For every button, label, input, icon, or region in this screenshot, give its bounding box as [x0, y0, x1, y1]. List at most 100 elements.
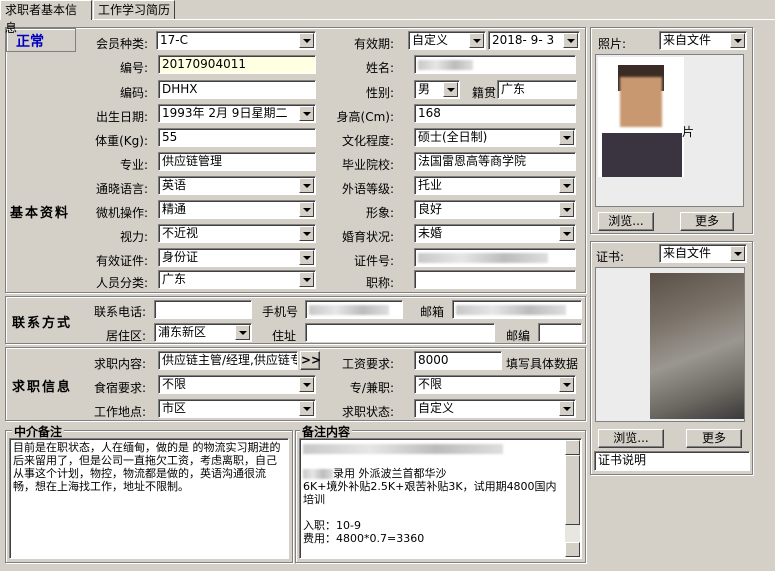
- major-input[interactable]: 供应链管理: [158, 152, 316, 171]
- chevron-down-icon[interactable]: [299, 377, 314, 392]
- code-input[interactable]: DHHX: [158, 80, 316, 99]
- salary-label: 工资要求:: [341, 357, 394, 371]
- email-input[interactable]: [452, 300, 582, 319]
- weight-input[interactable]: 55: [158, 128, 316, 147]
- language-select[interactable]: 英语: [158, 176, 316, 195]
- photo-browse-button[interactable]: 浏览...: [598, 212, 654, 231]
- cert-browse-button[interactable]: 浏览...: [598, 429, 664, 448]
- chevron-down-icon[interactable]: [469, 33, 484, 48]
- tab-basic-info[interactable]: 求职者基本信息: [0, 0, 92, 35]
- chevron-down-icon[interactable]: [559, 226, 574, 241]
- title-input[interactable]: [414, 270, 576, 289]
- photo-frame: 片: [595, 54, 744, 207]
- district-label: 居住区:: [105, 329, 146, 343]
- location-select[interactable]: 市区: [158, 399, 316, 418]
- chevron-down-icon[interactable]: [299, 401, 314, 416]
- location-label: 工作地点:: [93, 405, 146, 419]
- scroll-thumb[interactable]: [565, 455, 580, 525]
- redacted-text: [303, 444, 503, 454]
- computer-label: 微机操作:: [95, 206, 148, 220]
- salary-hint: 填写具体数据: [506, 357, 579, 371]
- photo-image[interactable]: [598, 57, 684, 177]
- salary-input[interactable]: 8000: [414, 351, 502, 370]
- job-content-input[interactable]: 供应链主管/经理,供应链专: [158, 351, 298, 370]
- chevron-down-icon[interactable]: [299, 33, 314, 48]
- chevron-down-icon[interactable]: [559, 202, 574, 217]
- agent-note-textarea[interactable]: 目前是在职状态，人在缅甸，做的是 的物流实习期进的 后来留用了，但是公司一直拖欠…: [9, 438, 289, 559]
- birth-date-picker[interactable]: 1993年 2月 9日星期二: [158, 104, 316, 123]
- photo-source-select[interactable]: 来自文件: [659, 31, 747, 50]
- scroll-up-icon[interactable]: [565, 440, 580, 455]
- school-input[interactable]: 法国雷恩高等商学院: [414, 152, 576, 171]
- image-select[interactable]: 良好: [414, 200, 576, 219]
- chevron-down-icon[interactable]: [730, 246, 745, 261]
- chevron-down-icon[interactable]: [299, 226, 314, 241]
- chevron-down-icon[interactable]: [563, 33, 578, 48]
- id-type-label: 有效证件:: [95, 254, 148, 268]
- title-label: 职称:: [365, 276, 394, 290]
- redacted-text: [303, 469, 333, 479]
- phone-input[interactable]: [154, 300, 252, 319]
- photo-caption: 片: [682, 125, 695, 139]
- chevron-down-icon[interactable]: [559, 377, 574, 392]
- cert-more-button[interactable]: 更多: [686, 429, 742, 448]
- valid-period-label: 有效期:: [353, 37, 394, 51]
- chevron-down-icon[interactable]: [299, 272, 314, 287]
- job-content-label: 求职内容:: [93, 357, 146, 371]
- cert-label: 证书:: [596, 250, 625, 264]
- phone-label: 联系电话:: [93, 305, 146, 319]
- vision-select[interactable]: 不近视: [158, 224, 316, 243]
- chevron-down-icon[interactable]: [299, 178, 314, 193]
- mobile-input[interactable]: [305, 300, 403, 319]
- id-no-input[interactable]: [414, 248, 576, 267]
- photo-label: 照片:: [598, 37, 627, 51]
- height-label: 身高(Cm):: [336, 110, 394, 124]
- tab-divider: [0, 19, 775, 20]
- chevron-down-icon[interactable]: [559, 401, 574, 416]
- cert-source-select[interactable]: 来自文件: [659, 244, 747, 263]
- cert-frame: [595, 267, 745, 422]
- chevron-down-icon[interactable]: [559, 130, 574, 145]
- cert-desc-input[interactable]: 证书说明: [594, 451, 750, 471]
- marital-select[interactable]: 未婚: [414, 224, 576, 243]
- number-input[interactable]: 20170904011: [158, 55, 316, 74]
- name-label: 姓名:: [365, 61, 394, 75]
- remark-scrollbar[interactable]: [565, 440, 580, 557]
- member-type-select[interactable]: 17-C: [156, 31, 316, 50]
- board-select[interactable]: 不限: [158, 375, 316, 394]
- job-status-select[interactable]: 自定义: [414, 399, 576, 418]
- chevron-down-icon[interactable]: [299, 202, 314, 217]
- gender-select[interactable]: 男: [414, 80, 460, 99]
- postcode-input[interactable]: [538, 323, 582, 342]
- chevron-down-icon[interactable]: [235, 325, 250, 340]
- foreign-level-select[interactable]: 托业: [414, 176, 576, 195]
- chevron-down-icon[interactable]: [299, 106, 314, 121]
- chevron-down-icon[interactable]: [730, 33, 745, 48]
- fulltime-select[interactable]: 不限: [414, 375, 576, 394]
- address-label: 住址: [271, 329, 296, 343]
- chevron-down-icon[interactable]: [299, 250, 314, 265]
- id-no-label: 证件号:: [353, 254, 394, 268]
- expand-button[interactable]: >>: [300, 351, 321, 370]
- district-select[interactable]: 浦东新区: [154, 323, 252, 342]
- address-input[interactable]: [305, 323, 495, 342]
- category-select[interactable]: 广东: [158, 270, 316, 289]
- education-select[interactable]: 硕士(全日制): [414, 128, 576, 147]
- redacted-email: [456, 304, 566, 315]
- native-input[interactable]: 广东: [497, 80, 577, 99]
- computer-select[interactable]: 精通: [158, 200, 316, 219]
- chevron-down-icon[interactable]: [443, 82, 458, 97]
- name-input[interactable]: [414, 55, 576, 74]
- chevron-down-icon[interactable]: [559, 178, 574, 193]
- scroll-down-icon[interactable]: [565, 542, 580, 557]
- birth-label: 出生日期:: [95, 110, 148, 124]
- tab-work-history[interactable]: 工作学习简历: [93, 0, 175, 19]
- major-label: 专业:: [119, 158, 148, 172]
- photo-more-button[interactable]: 更多: [680, 212, 734, 231]
- valid-date-picker[interactable]: 2018- 9- 3: [488, 31, 580, 50]
- id-type-select[interactable]: 身份证: [158, 248, 316, 267]
- remark-textarea[interactable]: 录用 外派波兰首都华沙 6K+境外补贴2.5K+艰苦补贴3K，试用期4800国内…: [299, 438, 582, 559]
- height-input[interactable]: 168: [414, 104, 576, 123]
- valid-type-select[interactable]: 自定义: [408, 31, 486, 50]
- cert-image[interactable]: [650, 273, 744, 419]
